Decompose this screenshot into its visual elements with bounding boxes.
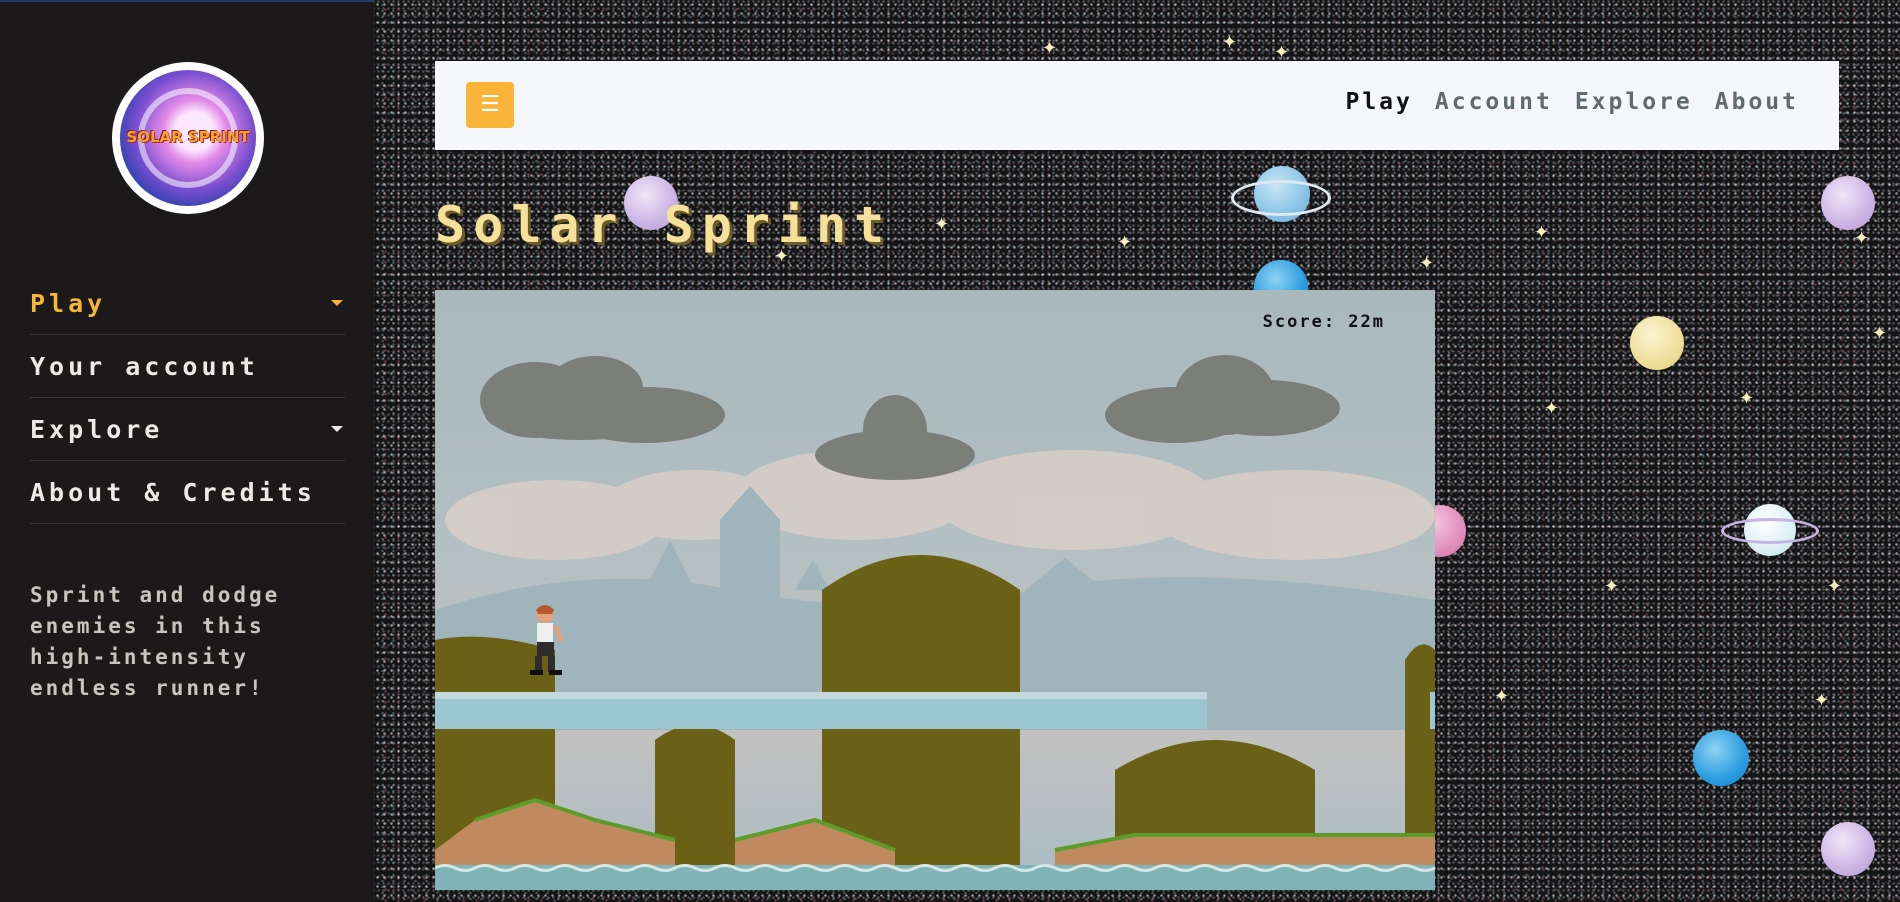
sidebar-item-explore[interactable]: Explore xyxy=(30,398,345,461)
topnav-link-about[interactable]: About xyxy=(1715,89,1799,115)
star-icon: ✦ xyxy=(1814,690,1830,711)
planet-icon xyxy=(1821,176,1875,230)
topnav-link-play[interactable]: Play xyxy=(1345,89,1412,115)
page-title: Solar Sprint xyxy=(435,196,893,254)
caret-down-icon xyxy=(331,426,343,432)
planet-icon xyxy=(1693,730,1749,786)
sidebar-item-label: Your account xyxy=(30,351,259,381)
sidebar-item-label: About & Credits xyxy=(30,477,316,507)
star-icon: ✦ xyxy=(1872,323,1888,344)
star-icon: ✦ xyxy=(1494,686,1510,707)
star-icon: ✦ xyxy=(1739,388,1755,409)
sidebar-item-label: Play xyxy=(30,288,107,318)
score-display: Score: 22m xyxy=(1262,312,1385,332)
planet-icon xyxy=(1630,316,1684,370)
logo-text: SOLAR SPRINT xyxy=(126,128,250,146)
top-nav: Play Account Explore About xyxy=(1345,89,1799,115)
star-icon: ✦ xyxy=(1419,253,1435,274)
hamburger-icon: ☰ xyxy=(480,92,500,117)
planet-icon xyxy=(1821,822,1875,876)
storm-clouds xyxy=(480,355,1340,480)
star-icon: ✦ xyxy=(934,214,950,235)
sidebar-item-your-account[interactable]: Your account xyxy=(30,335,345,398)
sidebar-item-about-credits[interactable]: About & Credits xyxy=(30,461,345,524)
star-icon: ✦ xyxy=(1222,32,1238,53)
star-icon: ✦ xyxy=(1827,576,1843,597)
sidebar-nav: Play Your account Explore About & Credit… xyxy=(30,272,345,524)
game-scene xyxy=(435,355,1435,890)
star-icon: ✦ xyxy=(1854,228,1870,249)
top-navbar: ☰ Play Account Explore About xyxy=(435,61,1839,150)
game-canvas[interactable]: Score: 22m xyxy=(435,290,1435,890)
sidebar-item-label: Explore xyxy=(30,414,164,444)
sidebar: SOLAR SPRINT Play Your account Explore A… xyxy=(0,0,374,902)
star-icon: ✦ xyxy=(1544,398,1560,419)
star-icon: ✦ xyxy=(1274,42,1290,63)
planet-ring-icon xyxy=(1231,180,1331,216)
topnav-link-explore[interactable]: Explore xyxy=(1575,89,1693,115)
star-icon: ✦ xyxy=(1042,38,1058,59)
star-icon: ✦ xyxy=(1604,576,1620,597)
star-icon: ✦ xyxy=(1117,232,1133,253)
topnav-link-account[interactable]: Account xyxy=(1435,89,1553,115)
main-area: ✦ ✦ ✦ ✦ ✦ ✦ ✦ ✦ ✦ ✦ ✦ ✦ ✦ ✦ ✦ ✦ ☰ Play A… xyxy=(374,0,1900,902)
hamburger-menu-button[interactable]: ☰ xyxy=(466,82,514,128)
solar-sprint-logo[interactable]: SOLAR SPRINT xyxy=(112,62,264,214)
caret-down-icon xyxy=(331,300,343,306)
star-icon: ✦ xyxy=(1534,222,1550,243)
sidebar-tagline: Sprint and dodge enemies in this high-in… xyxy=(30,583,281,700)
planet-ring-icon xyxy=(1721,518,1819,544)
sidebar-item-play[interactable]: Play xyxy=(30,272,345,335)
